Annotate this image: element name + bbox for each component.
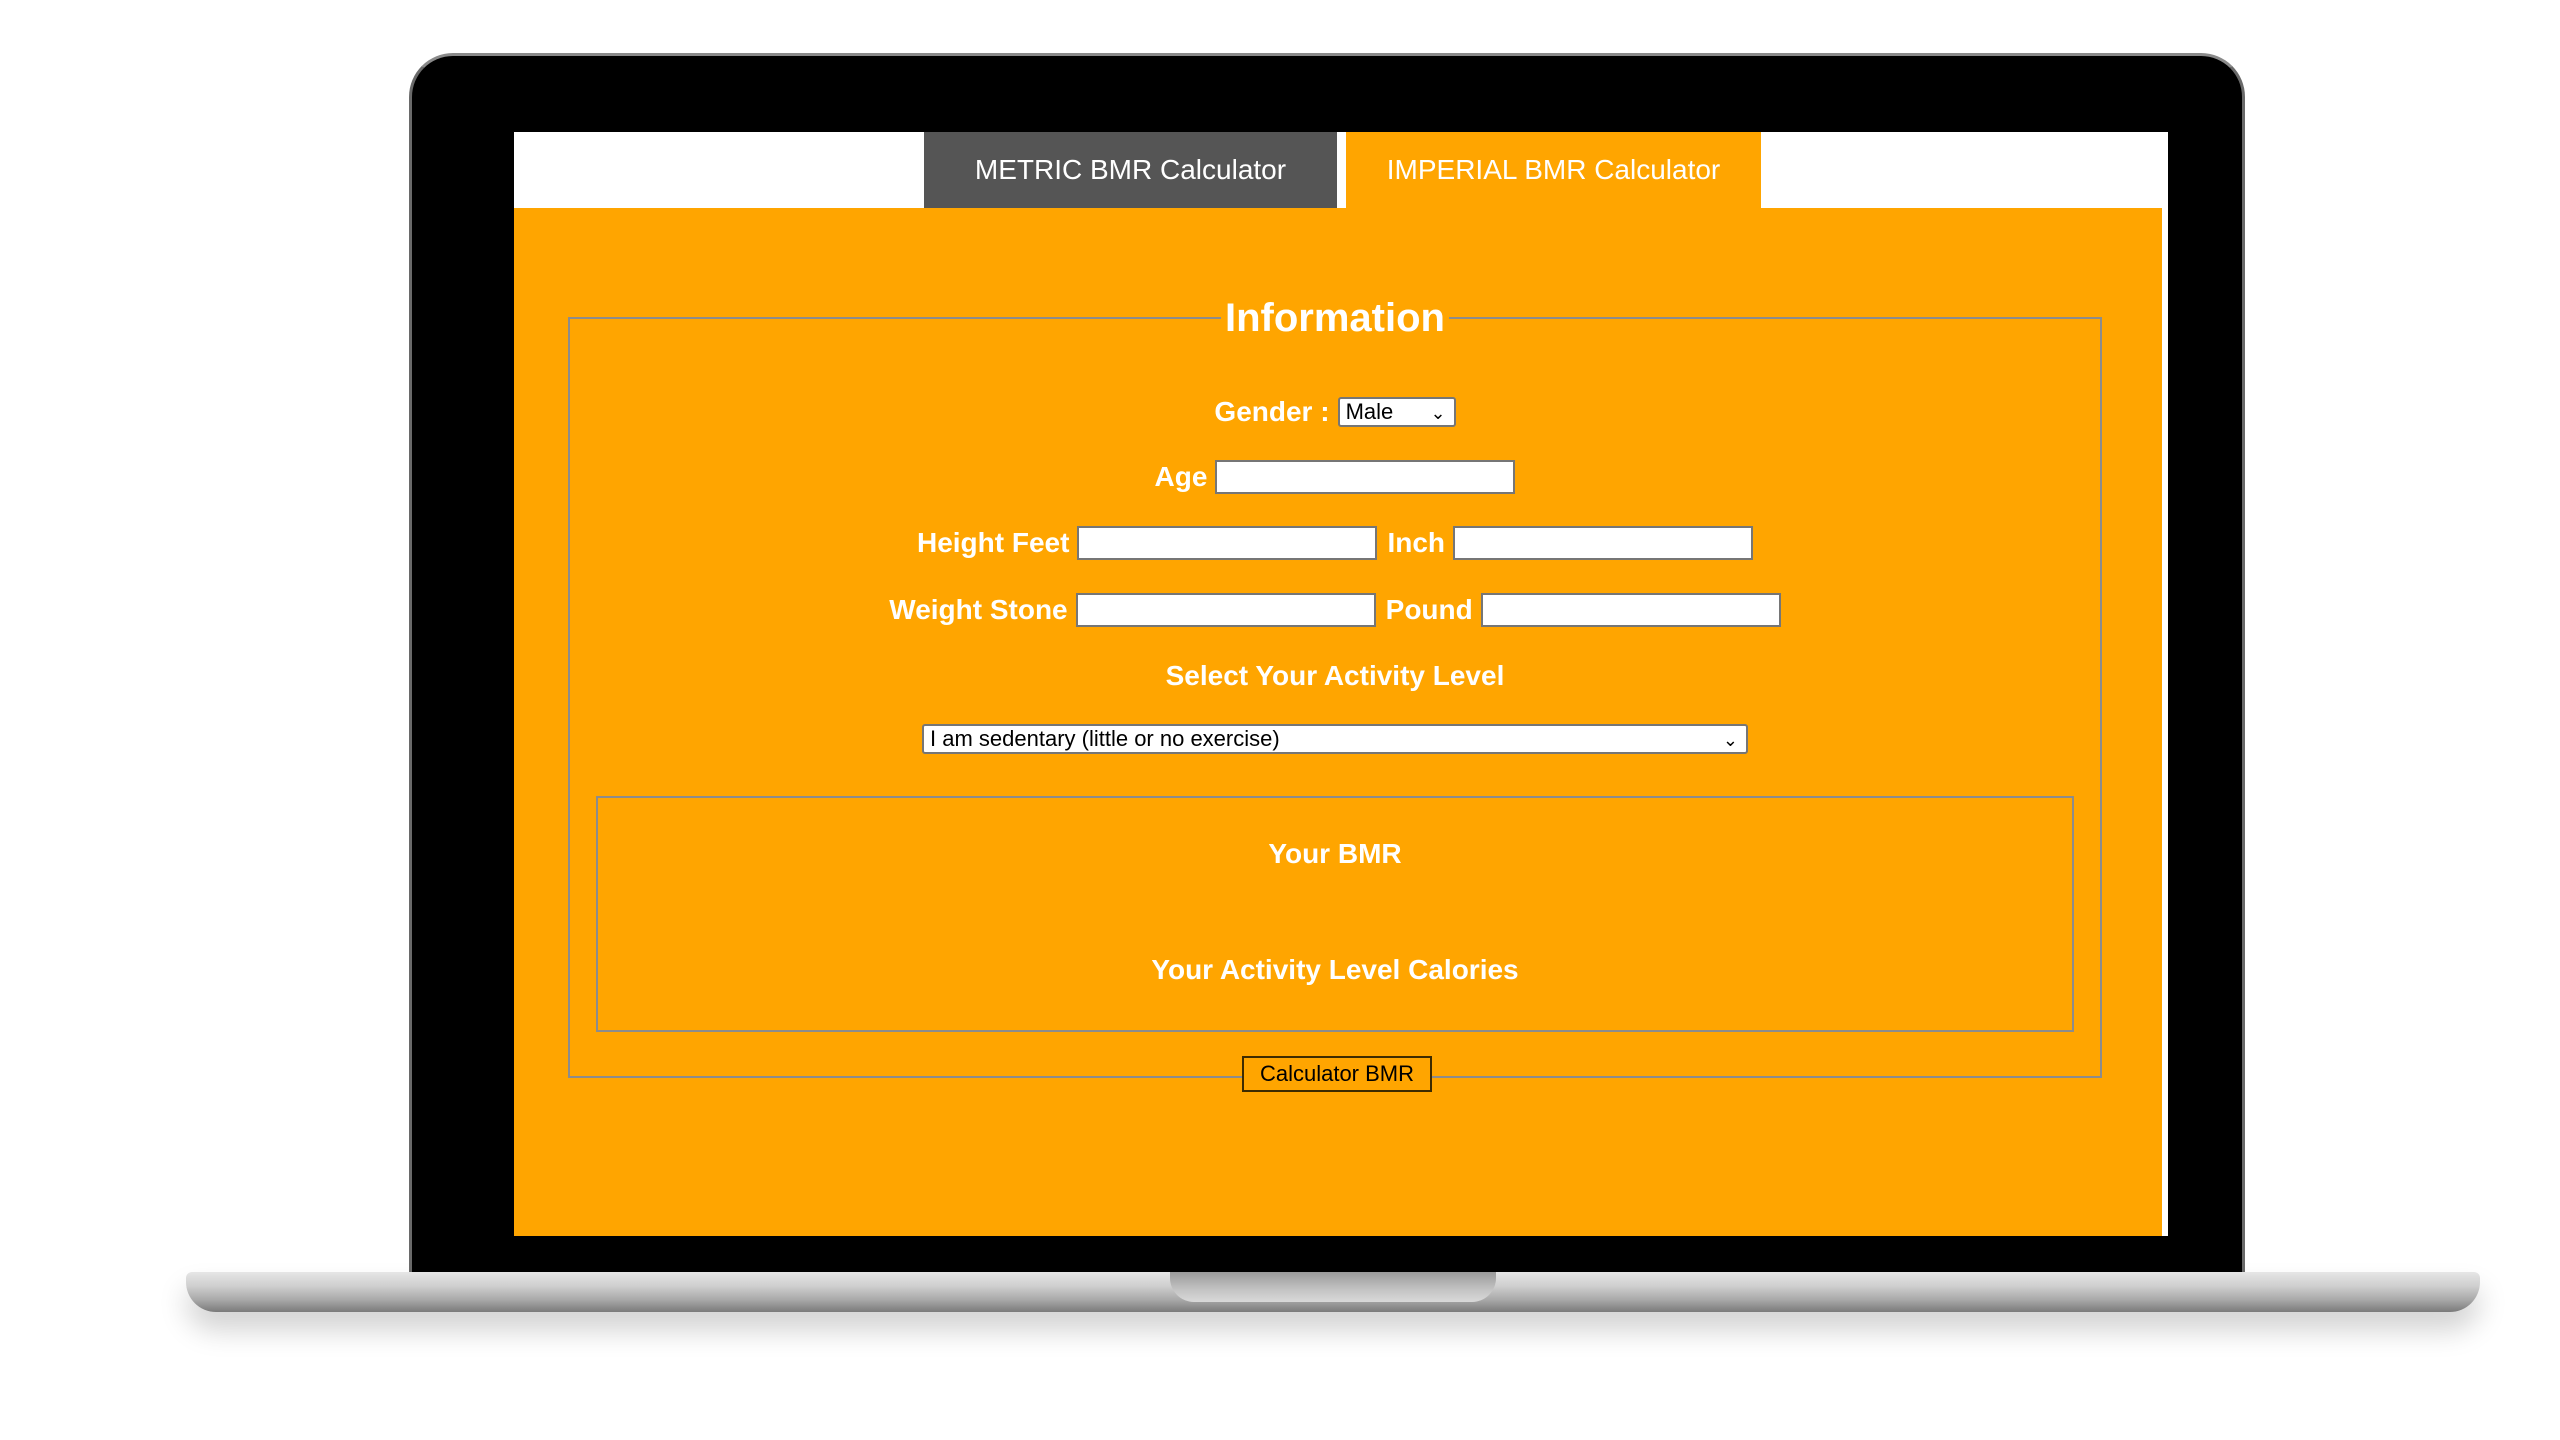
bmr-result-label: Your BMR — [1268, 838, 1402, 869]
inch-label: Inch — [1387, 527, 1446, 558]
activity-level-select-value: I am sedentary (little or no exercise) — [930, 726, 1280, 751]
information-legend: Information — [1225, 296, 1445, 340]
calculate-bmr-button[interactable]: Calculator BMR — [1242, 1056, 1432, 1092]
weight-row: Weight Stone Pound — [570, 593, 2100, 627]
activity-heading: Select Your Activity Level — [1165, 660, 1505, 691]
tab-imperial[interactable]: IMPERIAL BMR Calculator — [1346, 132, 1761, 208]
height-feet-input[interactable] — [1077, 526, 1378, 560]
information-fieldset: Information Gender : Male ⌄ Age Height F… — [568, 296, 2102, 1092]
height-inch-input[interactable] — [1453, 526, 1754, 560]
activity-level-select[interactable]: I am sedentary (little or no exercise) ⌄ — [922, 724, 1748, 754]
laptop-screen: METRIC BMR Calculator IMPERIAL BMR Calcu… — [514, 132, 2168, 1236]
tab-metric-label: METRIC BMR Calculator — [974, 154, 1287, 185]
pound-label: Pound — [1385, 594, 1473, 625]
gender-select[interactable]: Male ⌄ — [1337, 397, 1456, 427]
laptop-hinge-notch — [1170, 1272, 1496, 1302]
results-box: Your BMR Your Activity Level Calories — [596, 796, 2074, 1032]
tab-metric[interactable]: METRIC BMR Calculator — [924, 132, 1337, 208]
weight-stone-label: Weight Stone — [889, 594, 1068, 625]
calories-result-label: Your Activity Level Calories — [1151, 954, 1519, 985]
height-row: Height Feet Inch — [570, 526, 2100, 560]
tab-bar: METRIC BMR Calculator IMPERIAL BMR Calcu… — [514, 132, 2168, 208]
chevron-down-icon: ⌄ — [1722, 730, 1738, 750]
laptop-mockup: METRIC BMR Calculator IMPERIAL BMR Calcu… — [0, 0, 2560, 1440]
chevron-down-icon: ⌄ — [1430, 403, 1446, 423]
weight-stone-input[interactable] — [1075, 593, 1376, 627]
calculate-bmr-button-label: Calculator BMR — [1259, 1061, 1415, 1086]
age-input[interactable] — [1215, 460, 1516, 494]
tab-imperial-label: IMPERIAL BMR Calculator — [1386, 154, 1721, 185]
age-label: Age — [1154, 461, 1208, 492]
age-row: Age — [570, 460, 2100, 494]
gender-row: Gender : Male ⌄ — [570, 396, 2100, 428]
height-feet-label: Height Feet — [916, 527, 1070, 558]
calculator-panel: Information Gender : Male ⌄ Age Height F… — [514, 208, 2162, 1236]
gender-label: Gender : — [1214, 396, 1330, 427]
activity-row: I am sedentary (little or no exercise) ⌄ — [570, 724, 2100, 754]
activity-heading-row: Select Your Activity Level — [570, 660, 2100, 692]
gender-select-value: Male — [1345, 399, 1394, 424]
weight-pound-input[interactable] — [1480, 593, 1781, 627]
